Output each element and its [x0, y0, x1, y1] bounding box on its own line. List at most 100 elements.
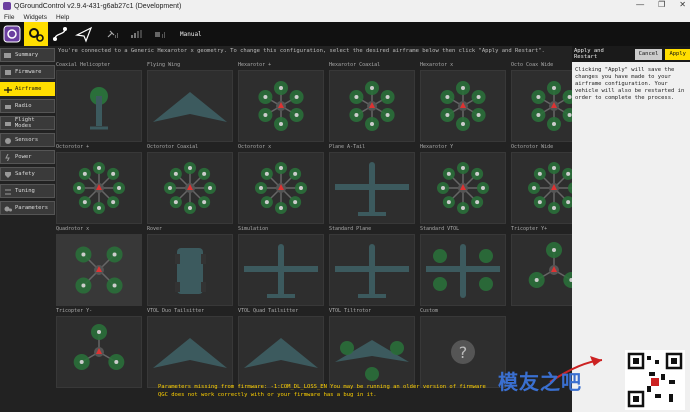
- airframe-tile[interactable]: Tricopter Y-: [56, 308, 144, 390]
- minimize-button[interactable]: —: [636, 0, 644, 9]
- flight-mode-label[interactable]: Manual: [180, 31, 202, 38]
- sidebar-item-label: Flight Modes: [14, 117, 35, 129]
- qgc-home-button[interactable]: [0, 22, 24, 46]
- airframe-tile[interactable]: Hexarotor Y: [420, 144, 508, 226]
- sidebar-item-power[interactable]: Power: [0, 150, 55, 164]
- setup-sidebar: Summary Firmware Airframe Radio Flight M…: [0, 48, 55, 218]
- sidebar-item-label: Sensors: [15, 137, 39, 143]
- setup-view-button[interactable]: [24, 22, 48, 46]
- flight-modes-icon: [5, 121, 11, 126]
- chip-icon: [5, 69, 11, 75]
- airframe-tile[interactable]: Flying Wing: [147, 62, 235, 144]
- sidebar-item-label: Safety: [15, 171, 35, 177]
- sidebar-item-summary[interactable]: Summary: [0, 48, 55, 62]
- shield-icon: [5, 171, 11, 178]
- cancel-button[interactable]: Cancel: [634, 48, 663, 60]
- maximize-button[interactable]: ❐: [658, 0, 665, 9]
- sidebar-item-radio[interactable]: Radio: [0, 99, 55, 113]
- airframe-tile[interactable]: Hexarotor +: [238, 62, 326, 144]
- apply-button[interactable]: Apply: [665, 48, 690, 60]
- airframe-tile-label: Hexarotor +: [238, 62, 272, 68]
- telemetry-status[interactable]: [154, 29, 168, 39]
- svg-text:?: ?: [459, 343, 468, 362]
- window-title: QGroundControl v2.9.4-431-g6ab27c1 (Deve…: [14, 2, 182, 10]
- sidebar-item-flight-modes[interactable]: Flight Modes: [0, 116, 55, 130]
- airframe-tile-label: Plane A-Tail: [329, 144, 366, 150]
- vtol-airframe-icon: [426, 244, 500, 298]
- airframe-tile[interactable]: Standard VTOL: [420, 226, 508, 308]
- tilt-airframe-icon: [335, 340, 409, 381]
- airframe-tile[interactable]: VTOL Quad Tailsitter: [238, 308, 326, 390]
- sidebar-item-parameters[interactable]: Parameters: [0, 201, 55, 215]
- hex-airframe-icon: [258, 81, 304, 131]
- airframe-tile[interactable]: VTOL Duo Tailsitter: [147, 308, 235, 390]
- gps-status[interactable]: [106, 29, 120, 39]
- sidebar-item-label: Parameters: [15, 205, 49, 211]
- menu-widgets[interactable]: Widgets: [23, 14, 46, 21]
- sidebar-item-label: Firmware: [15, 69, 42, 75]
- airframe-tile[interactable]: Octo Coax Wide: [511, 62, 572, 144]
- airframe-tile[interactable]: Tricopter Y+: [511, 226, 572, 308]
- sidebar-item-airframe[interactable]: Airframe: [0, 82, 55, 96]
- airframe-tile-label: Tricopter Y+: [511, 226, 548, 232]
- airframe-tile[interactable]: Octorotor Wide: [511, 144, 572, 226]
- sidebar-item-firmware[interactable]: Firmware: [0, 65, 55, 79]
- hex-airframe-icon: [440, 81, 486, 131]
- wing-airframe-icon: [244, 338, 318, 368]
- airframe-tile[interactable]: Standard Plane: [329, 226, 417, 308]
- octo-airframe-icon: [73, 162, 125, 214]
- sidebar-item-tuning[interactable]: Tuning: [0, 184, 55, 198]
- apply-panel-description: Clicking "Apply" will save the changes y…: [575, 67, 685, 101]
- plane2-airframe-icon: [335, 244, 409, 298]
- airframe-tile[interactable]: Octorotor Coaxial: [147, 144, 235, 226]
- menu-file[interactable]: File: [4, 14, 14, 21]
- airframe-tile-label: Coaxial Helicopter: [56, 62, 111, 68]
- fly-view-button[interactable]: [72, 22, 96, 46]
- airframe-tile[interactable]: Rover: [147, 226, 235, 308]
- airframe-tile-label: Simulation: [238, 226, 269, 232]
- airframe-tile-label: VTOL Tiltrotor: [329, 308, 372, 314]
- airframe-tile-label: Flying Wing: [147, 62, 181, 68]
- window-titlebar: QGroundControl v2.9.4-431-g6ab27c1 (Deve…: [0, 0, 690, 12]
- airframe-tile[interactable]: VTOL Tiltrotor: [329, 308, 417, 390]
- parameter-warning: Parameters missing from firmware: -1:COM…: [158, 384, 486, 398]
- hex-airframe-icon: [531, 81, 572, 131]
- app-logo-icon: [3, 2, 11, 10]
- telemetry-icon: [155, 32, 165, 38]
- wing-airframe-icon: [153, 338, 227, 368]
- tri-airframe-icon: [528, 242, 572, 288]
- airframe-tile-label: Hexarotor Coaxial: [329, 62, 381, 68]
- sidebar-item-label: Airframe: [15, 86, 42, 92]
- octo-airframe-icon: [164, 162, 216, 214]
- airframe-tile[interactable]: Octorotor +: [56, 144, 144, 226]
- airframe-tile-label: Tricopter Y-: [56, 308, 93, 314]
- airframe-tile[interactable]: Coaxial Helicopter: [56, 62, 144, 144]
- rc-rssi-status[interactable]: [130, 29, 144, 39]
- airframe-tile-label: Custom: [420, 308, 439, 314]
- sidebar-item-safety[interactable]: Safety: [0, 167, 55, 181]
- menu-help[interactable]: Help: [56, 14, 69, 21]
- airframe-tile[interactable]: Quadrotor x: [56, 226, 144, 308]
- airframe-tile[interactable]: Simulation: [238, 226, 326, 308]
- airframe-tile-label: Standard Plane: [329, 226, 372, 232]
- airframe-tile[interactable]: Octorotor x: [238, 144, 326, 226]
- sidebar-item-sensors[interactable]: Sensors: [0, 133, 55, 147]
- close-button[interactable]: ✕: [679, 0, 686, 9]
- plan-view-button[interactable]: [48, 22, 72, 46]
- airframe-tile[interactable]: Hexarotor Coaxial: [329, 62, 417, 144]
- paper-plane-icon: [75, 26, 93, 43]
- site-watermark: 模友之吧: [490, 352, 610, 402]
- octo-airframe-icon: [437, 162, 489, 214]
- tri-airframe-icon: [73, 324, 125, 370]
- airframe-tile-label: Octorotor +: [56, 144, 90, 150]
- gears-icon: [29, 28, 44, 42]
- airframe-instruction: You're connected to a Generic Hexarotor …: [58, 48, 545, 54]
- airframe-tile-label: Rover: [147, 226, 163, 232]
- menu-bar: File Widgets Help: [0, 12, 690, 22]
- airframe-tile[interactable]: Hexarotor x: [420, 62, 508, 144]
- airframe-tile[interactable]: Plane A-Tail: [329, 144, 417, 226]
- wing-airframe-icon: [153, 92, 227, 122]
- airframe-tile-label: VTOL Duo Tailsitter: [147, 308, 205, 314]
- airframe-tile-label: Octorotor Wide: [511, 144, 554, 150]
- hex-airframe-icon: [349, 81, 395, 131]
